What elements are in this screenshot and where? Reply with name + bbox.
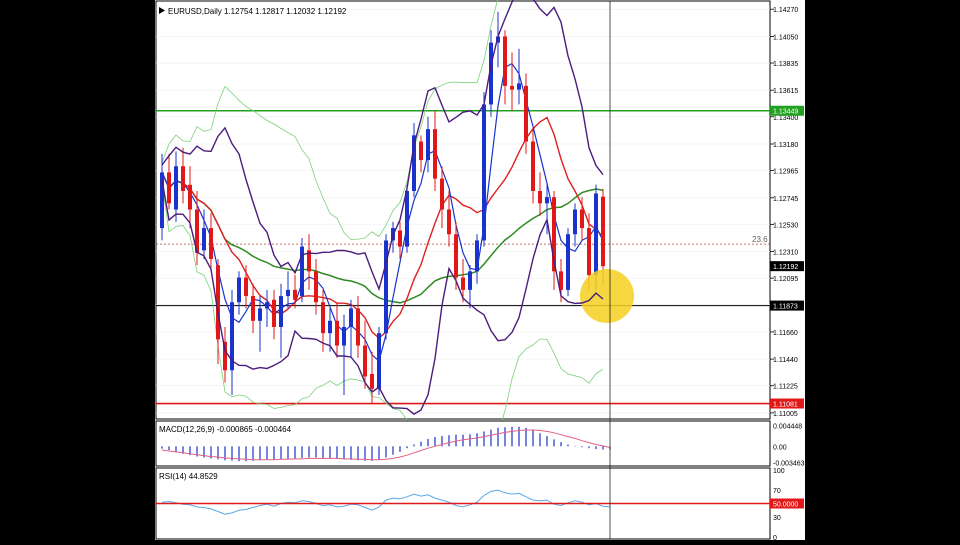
price-tick-label: 1.11660 xyxy=(773,330,798,337)
symbol-header: EURUSD,Daily 1.12754 1.12817 1.12032 1.1… xyxy=(168,7,347,16)
candle-body xyxy=(286,289,290,297)
candle-body xyxy=(174,166,178,210)
candle-body xyxy=(405,190,409,247)
candle-body xyxy=(531,141,535,191)
candle-body xyxy=(517,83,521,90)
candle-body xyxy=(349,308,353,327)
price-tick-label: 1.11440 xyxy=(773,357,798,364)
green-level-price-label: 1.13449 xyxy=(773,109,798,116)
candle-body xyxy=(384,240,388,334)
fib-label: 23.6 xyxy=(752,235,768,244)
current-price-label: 1.12192 xyxy=(773,264,798,271)
rsi-tick-label: 70 xyxy=(773,488,781,495)
candle-body xyxy=(265,302,269,309)
candle-body xyxy=(251,296,255,321)
rsi-label: RSI(14) 44.8529 xyxy=(159,472,218,481)
candle-body xyxy=(279,296,283,327)
candle-body xyxy=(328,320,332,334)
price-tick-label: 1.13400 xyxy=(773,115,798,122)
candle-body xyxy=(370,373,374,389)
candle-body xyxy=(538,190,542,204)
price-axis: 1.14270 1.14050 1.13835 1.13615 1.13400 1.131… xyxy=(770,7,798,418)
price-tick-label: 1.14270 xyxy=(773,7,798,14)
candle-body xyxy=(272,299,276,327)
candle-body xyxy=(447,209,451,235)
macd-tick-label: 0.004448 xyxy=(773,424,802,431)
rsi-panel[interactable]: RSI(14) 44.8529 xyxy=(155,467,771,540)
price-tick-label: 1.12965 xyxy=(773,169,798,176)
rsi-tick-label: 30 xyxy=(773,515,781,522)
black-level-price-label: 1.11873 xyxy=(773,304,798,311)
candle-body xyxy=(475,240,479,272)
price-tick-label: 1.12310 xyxy=(773,250,798,257)
candle-body xyxy=(237,277,241,303)
candle-body xyxy=(503,36,507,86)
candle-body xyxy=(482,104,486,241)
candle-body xyxy=(188,184,192,210)
macd-axis: 0.004448 0.00 -0.003463 xyxy=(773,424,805,468)
candle-body xyxy=(524,85,528,142)
candle-body xyxy=(363,345,367,377)
candle-body xyxy=(433,129,437,179)
price-tick-label: 1.12095 xyxy=(773,276,798,283)
candle-body xyxy=(167,172,171,204)
candle-body xyxy=(580,209,584,229)
candle-body xyxy=(587,228,591,276)
rsi-tick-label: 0 xyxy=(773,535,777,540)
price-panel[interactable]: 23.6 EURUSD,Daily 1.12754 1.12817 1.1203… xyxy=(155,0,771,453)
price-tick-label: 1.13835 xyxy=(773,61,798,68)
candle-body xyxy=(545,197,549,204)
candle-body xyxy=(209,228,213,259)
candle-body xyxy=(454,234,458,278)
candle-body xyxy=(377,333,381,389)
macd-label: MACD(12,26,9) -0.000865 -0.000464 xyxy=(159,425,292,434)
candle-body xyxy=(419,141,423,161)
highlight-circle xyxy=(580,269,634,323)
candle-body xyxy=(181,166,185,191)
candle-body xyxy=(321,302,325,334)
candle-body xyxy=(293,289,297,300)
chart-frame: 23.6 EURUSD,Daily 1.12754 1.12817 1.1203… xyxy=(155,0,805,542)
candle-body xyxy=(202,228,206,251)
price-tick-label: 1.12530 xyxy=(773,222,798,229)
macd-panel[interactable]: MACD(12,26,9) -0.000865 -0.000464 xyxy=(155,420,771,467)
price-tick-label: 1.14050 xyxy=(773,34,798,41)
candle-body xyxy=(335,320,339,346)
candle-body xyxy=(461,277,465,290)
price-tick-label: 1.11225 xyxy=(773,384,798,391)
candle-body xyxy=(468,271,472,290)
rsi-axis: 100 70 30 0 50.0000 xyxy=(770,468,804,542)
red-level-price-label: 1.11081 xyxy=(773,402,798,409)
candle-body xyxy=(356,308,360,346)
candle-body xyxy=(573,209,577,235)
candle-body xyxy=(342,326,346,346)
candle-body xyxy=(594,193,598,276)
candle-body xyxy=(314,271,318,303)
rsi-tick-label: 100 xyxy=(773,468,785,475)
candle-body xyxy=(426,129,430,161)
rsi-level-label: 50.0000 xyxy=(773,502,798,509)
candle-body xyxy=(398,230,402,247)
chart-svg[interactable]: 23.6 EURUSD,Daily 1.12754 1.12817 1.1203… xyxy=(155,0,805,542)
candle-body xyxy=(440,178,444,210)
price-tick-label: 1.13615 xyxy=(773,88,798,95)
candle-body xyxy=(244,277,248,297)
candle-body xyxy=(510,85,514,90)
price-tick-label: 1.11005 xyxy=(773,411,798,418)
price-tick-label: 1.13180 xyxy=(773,142,798,149)
candle-body xyxy=(258,308,262,321)
macd-tick-label: -0.003463 xyxy=(773,460,805,467)
macd-tick-label: 0.00 xyxy=(773,444,787,451)
candle-body xyxy=(566,234,570,290)
candle-body xyxy=(601,196,605,267)
price-tick-label: 1.12745 xyxy=(773,196,798,203)
